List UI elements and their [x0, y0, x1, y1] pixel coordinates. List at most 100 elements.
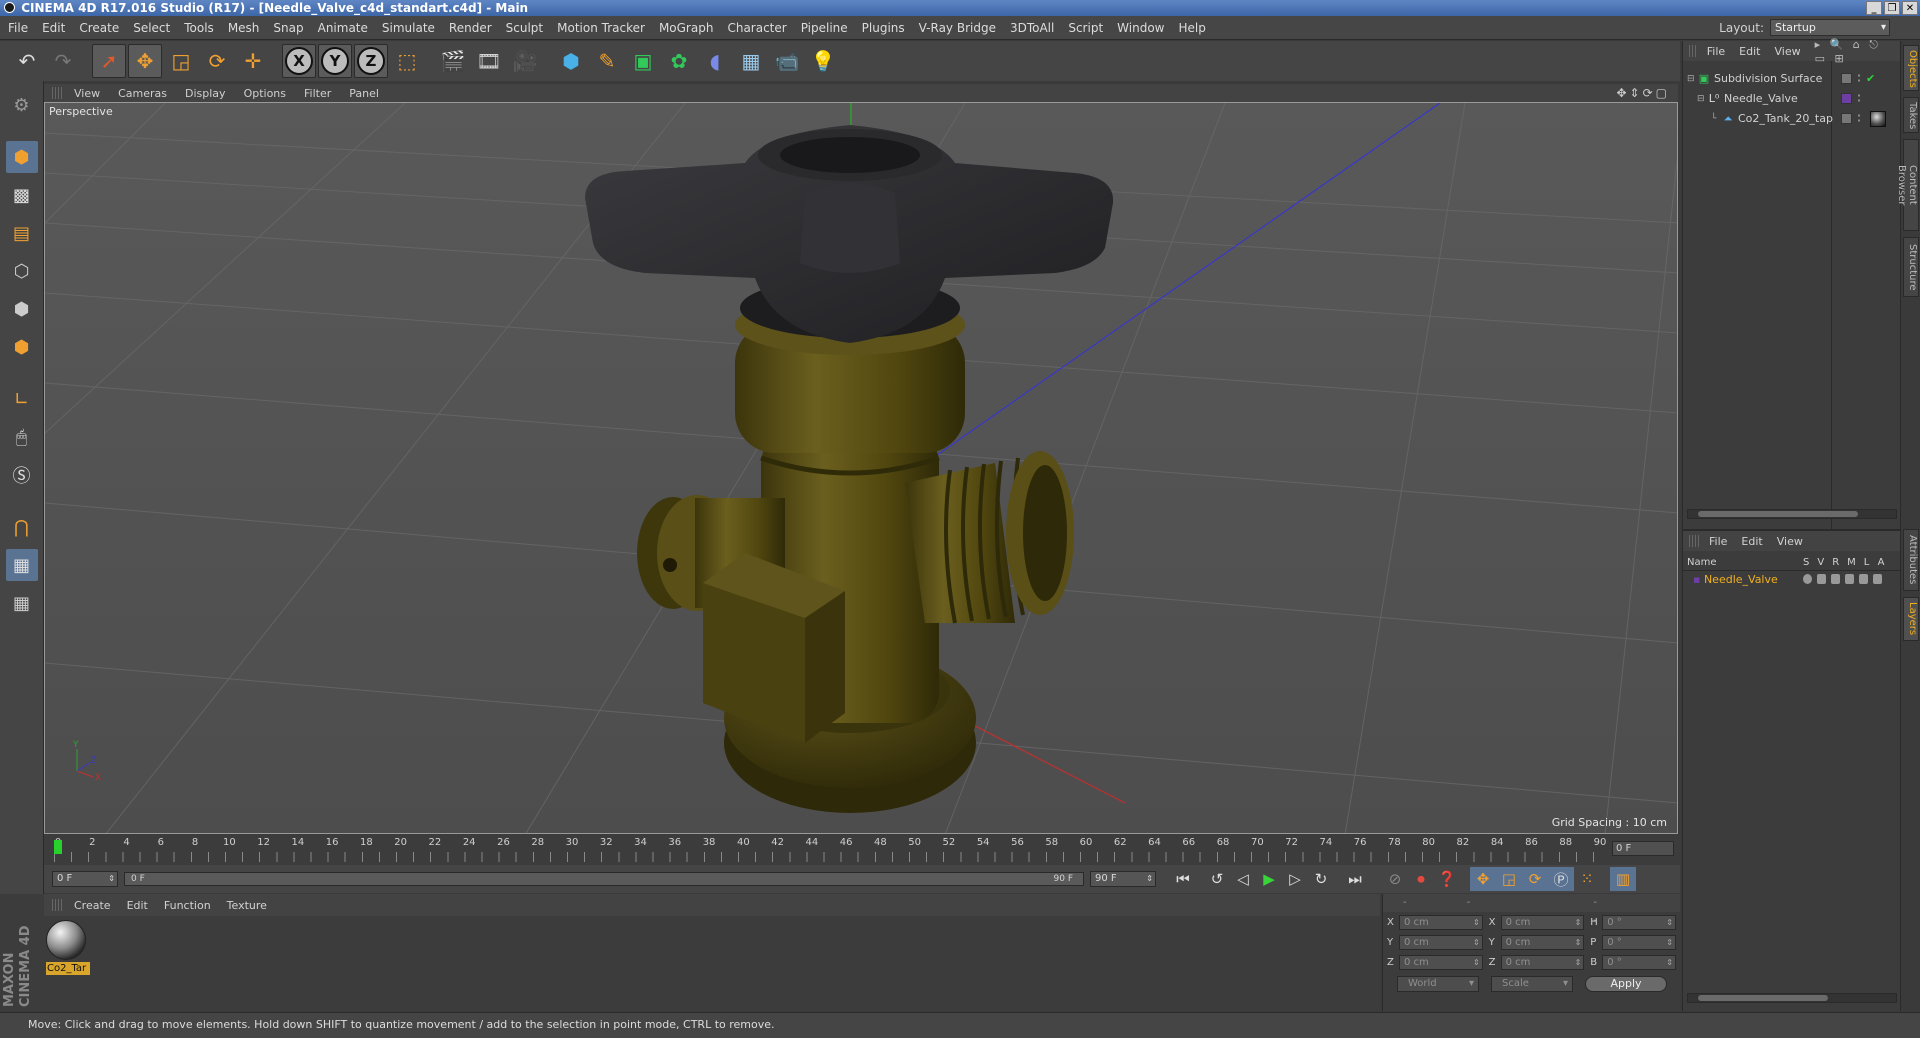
visibility-dots-icon[interactable] — [1856, 73, 1862, 84]
object-menu-edit[interactable]: Edit — [1739, 45, 1760, 58]
frame-ruler[interactable]: 0246810121416182022242628303234363840424… — [54, 837, 1606, 863]
layer-flag-columns[interactable]: SVRMLA — [1803, 555, 1892, 571]
layer-color-swatch[interactable] — [1841, 73, 1852, 84]
object-menu-view[interactable]: View — [1774, 45, 1800, 58]
motion-record-button[interactable]: ⊘ — [1382, 867, 1408, 891]
move-tool-button[interactable]: ✥ — [128, 44, 162, 78]
render-flag-icon[interactable] — [1831, 574, 1840, 584]
go-to-end-button[interactable]: ⏭ — [1342, 867, 1368, 891]
animation-flag-icon[interactable] — [1873, 574, 1882, 584]
panel-grip-icon[interactable] — [1689, 45, 1697, 57]
visibility-dots-icon[interactable] — [1856, 93, 1862, 104]
record-rotation-button[interactable]: ⟳ — [1522, 867, 1548, 891]
object-row[interactable]: └ ⏶ Co2_Tank_20_tap — [1683, 109, 1901, 129]
render-settings-button[interactable]: 🎥 — [508, 44, 542, 78]
material-swatch[interactable]: Co2_Tar — [46, 920, 90, 975]
layer-manager-scrollbar[interactable] — [1687, 993, 1897, 1003]
points-mode-button[interactable]: ⬡ — [6, 255, 38, 287]
perspective-viewport[interactable]: Y X Z Perspective Grid Spacing : 10 cm — [44, 102, 1678, 834]
position-y-field[interactable]: 0 cm — [1398, 934, 1483, 950]
menu-vray-bridge[interactable]: V-Ray Bridge — [919, 21, 996, 35]
menu-render[interactable]: Render — [449, 21, 492, 35]
tab-attributes[interactable]: Attributes — [1903, 529, 1919, 591]
apply-button[interactable]: Apply — [1585, 976, 1667, 992]
record-scale-button[interactable]: ◲ — [1496, 867, 1522, 891]
magnet-button[interactable]: ⋂ — [6, 511, 38, 543]
tab-structure[interactable]: Structure — [1903, 237, 1919, 297]
menu-plugins[interactable]: Plugins — [862, 21, 905, 35]
close-button[interactable]: ✕ — [1902, 1, 1918, 15]
x-axis-lock-button[interactable]: X — [282, 44, 316, 78]
locked-workplane-button[interactable]: ▦ — [5, 549, 38, 581]
material-name[interactable]: Co2_Tar — [46, 962, 90, 975]
layout-dropdown[interactable]: Startup — [1770, 19, 1890, 36]
play-button[interactable]: ▶ — [1256, 867, 1282, 891]
maximize-button[interactable]: ❐ — [1884, 1, 1900, 15]
material-menu-create[interactable]: Create — [74, 899, 111, 912]
menu-select[interactable]: Select — [133, 21, 170, 35]
object-name[interactable]: Subdivision Surface — [1714, 69, 1822, 89]
axis-mode-button[interactable]: ∟ — [6, 383, 38, 415]
add-array-button[interactable]: ✿ — [662, 44, 696, 78]
tab-layers[interactable]: Layers — [1903, 597, 1919, 641]
visibility-dots-icon[interactable] — [1856, 113, 1862, 124]
menu-simulate[interactable]: Simulate — [382, 21, 435, 35]
scale-tool-button[interactable]: ◲ — [164, 44, 198, 78]
render-to-picture-viewer-button[interactable]: 🎞 — [472, 44, 506, 78]
record-position-button[interactable]: ✥ — [1470, 867, 1496, 891]
go-to-start-button[interactable]: ⏮ — [1170, 867, 1196, 891]
panel-grip-icon[interactable] — [52, 87, 62, 99]
menu-snap[interactable]: Snap — [273, 21, 303, 35]
material-tag-icon[interactable] — [1870, 111, 1886, 127]
previous-key-button[interactable]: ↺ — [1204, 867, 1230, 891]
texture-mode-button[interactable]: ▩ — [6, 179, 38, 211]
rotation-b-field[interactable]: 0 ° — [1602, 954, 1676, 970]
view-flag-icon[interactable] — [1817, 574, 1826, 584]
add-cube-button[interactable]: ⬢ — [554, 44, 588, 78]
panel-grip-icon[interactable] — [1689, 535, 1699, 547]
rotation-p-field[interactable]: 0 ° — [1602, 934, 1676, 950]
object-manager-scrollbar[interactable] — [1687, 509, 1897, 519]
y-axis-lock-button[interactable]: Y — [318, 44, 352, 78]
undo-button[interactable]: ↶ — [10, 44, 44, 78]
current-frame-field[interactable]: 0 F — [1612, 841, 1674, 856]
solo-flag-icon[interactable] — [1803, 574, 1812, 584]
menu-mograph[interactable]: MoGraph — [659, 21, 714, 35]
add-deformer-button[interactable]: ◖ — [698, 44, 732, 78]
menu-help[interactable]: Help — [1178, 21, 1205, 35]
tab-content-browser[interactable]: Content Browser — [1896, 139, 1919, 231]
add-floor-button[interactable]: ▦ — [734, 44, 768, 78]
expand-toggle-icon[interactable]: ⊟ — [1687, 69, 1697, 89]
viewport-menu-view[interactable]: View — [74, 87, 100, 100]
transform-tool-button[interactable]: ✛ — [236, 44, 270, 78]
add-camera-button[interactable]: 📹 — [770, 44, 804, 78]
workplane-mode-button[interactable]: ▤ — [6, 217, 38, 249]
add-light-button[interactable]: 💡 — [806, 44, 840, 78]
autokeying-button[interactable]: ❓ — [1434, 867, 1460, 891]
polygons-mode-button[interactable]: ⬢ — [6, 331, 38, 363]
redo-button[interactable]: ↷ — [46, 44, 80, 78]
playhead-marker[interactable] — [54, 840, 62, 854]
object-name[interactable]: Co2_Tank_20_tap — [1738, 109, 1833, 129]
menu-file[interactable]: File — [8, 21, 28, 35]
viewport-menu-options[interactable]: Options — [244, 87, 286, 100]
viewport-menu-panel[interactable]: Panel — [349, 87, 379, 100]
material-menu-edit[interactable]: Edit — [127, 899, 148, 912]
object-manager-tool-icons[interactable]: ▸ 🔍 ⌂ ⎋ ▭ ⊞ — [1815, 38, 1896, 65]
viewport-navigation-icons[interactable]: ✥⇕⟳▢ — [1616, 86, 1670, 100]
end-frame-field[interactable]: 90 F — [1090, 871, 1156, 887]
position-x-field[interactable]: 0 cm — [1398, 914, 1483, 930]
layer-menu-view[interactable]: View — [1777, 535, 1803, 548]
layer-name[interactable]: Needle_Valve — [1704, 573, 1778, 586]
menu-window[interactable]: Window — [1117, 21, 1164, 35]
menu-3dtoall[interactable]: 3DToAll — [1010, 21, 1054, 35]
next-key-button[interactable]: ↻ — [1308, 867, 1334, 891]
object-row[interactable]: ⊟ L⁰ Needle_Valve — [1683, 89, 1901, 109]
size-z-field[interactable]: 0 cm — [1500, 954, 1585, 970]
preview-range-slider[interactable]: 0 F 90 F — [124, 872, 1084, 886]
menu-pipeline[interactable]: Pipeline — [801, 21, 848, 35]
menu-create[interactable]: Create — [79, 21, 119, 35]
object-row[interactable]: ⊟ ▣ Subdivision Surface ✔ — [1683, 69, 1901, 89]
menu-motion-tracker[interactable]: Motion Tracker — [557, 21, 645, 35]
edges-mode-button[interactable]: ⬢ — [6, 293, 38, 325]
